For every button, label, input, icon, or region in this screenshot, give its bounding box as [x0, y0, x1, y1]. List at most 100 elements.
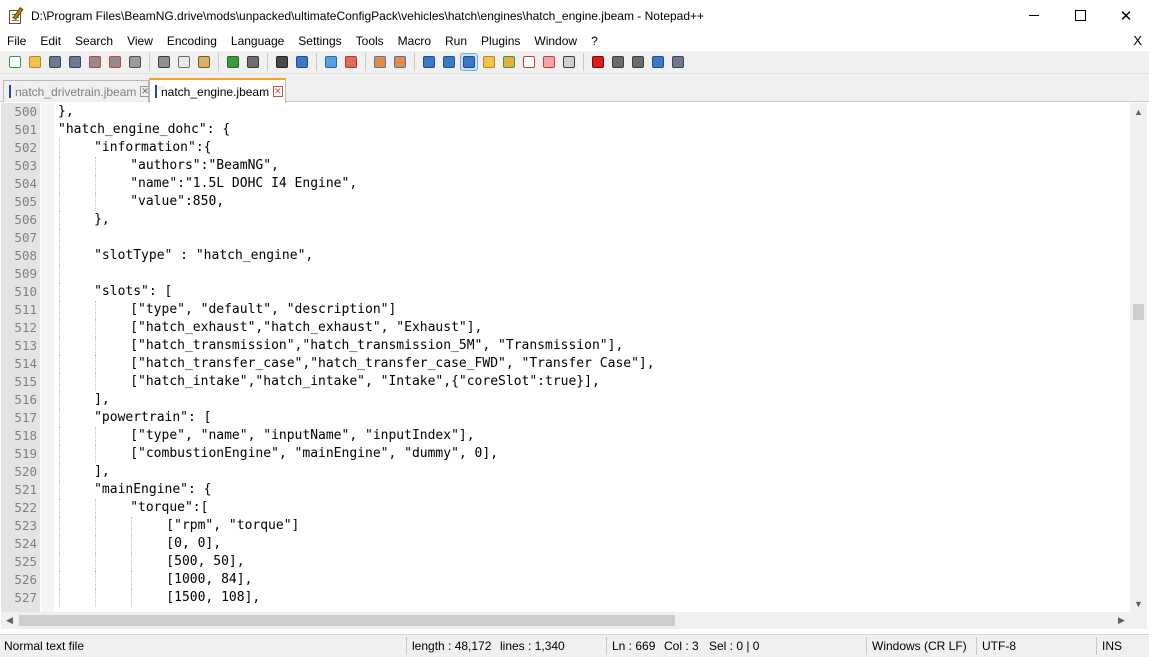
code-line[interactable]: 525 [500, 50],	[1, 553, 1130, 571]
indent-guide	[59, 211, 60, 229]
line-number: 517	[14, 410, 37, 425]
code-line[interactable]: 511 ["type", "default", "description"]	[1, 301, 1130, 319]
close-all-icon[interactable]	[107, 54, 123, 70]
code-line[interactable]: 526 [1000, 84],	[1, 571, 1130, 589]
scroll-right-icon[interactable]: ▶	[1113, 612, 1130, 629]
vertical-scrollbar[interactable]: ▲ ▼	[1130, 103, 1147, 612]
function-list-icon[interactable]	[521, 54, 537, 70]
close-file-icon[interactable]	[87, 54, 103, 70]
tab-hatch-drivetrain[interactable]: hatch_drivetrain.jbeam ✕	[3, 80, 150, 102]
maximize-button[interactable]	[1057, 0, 1103, 31]
zoom-out-icon[interactable]	[343, 54, 359, 70]
menu-search[interactable]: Search	[68, 31, 120, 51]
status-insert-mode[interactable]: INS	[1098, 635, 1122, 657]
folder-workspace-icon[interactable]	[541, 54, 557, 70]
code-line[interactable]: 522 "torque":[	[1, 499, 1130, 517]
code-line[interactable]: 502 "information":{	[1, 139, 1130, 157]
new-file-icon[interactable]	[7, 54, 23, 70]
redo-icon[interactable]	[245, 54, 261, 70]
code-line[interactable]: 516],	[1, 391, 1130, 409]
scroll-down-icon[interactable]: ▼	[1130, 595, 1147, 612]
stop-record-icon[interactable]	[610, 54, 626, 70]
line-number: 519	[14, 446, 37, 461]
status-sel: Sel : 0 | 0	[709, 639, 760, 653]
code-line[interactable]: 503 "authors":"BeamNG",	[1, 157, 1130, 175]
indent-guide	[59, 535, 60, 553]
close-document-button[interactable]: X	[1133, 31, 1142, 51]
code-line[interactable]: 501 "hatch_engine_dohc": {	[1, 121, 1130, 139]
doc-map-icon[interactable]	[501, 54, 517, 70]
tab-close-icon[interactable]: ✕	[273, 86, 283, 97]
code-line[interactable]: 527 [1500, 108],	[1, 589, 1130, 607]
horizontal-scrollbar[interactable]: ◀ ▶	[1, 612, 1130, 629]
menu-edit[interactable]: Edit	[33, 31, 68, 51]
indent-guide	[95, 589, 97, 607]
status-encoding[interactable]: UTF-8	[978, 635, 1016, 657]
scroll-up-icon[interactable]: ▲	[1130, 103, 1147, 120]
menu-settings[interactable]: Settings	[291, 31, 348, 51]
sync-horizontal-icon[interactable]	[392, 54, 408, 70]
code-line[interactable]: 500},	[1, 103, 1130, 121]
code-line[interactable]: 518 ["type", "name", "inputName", "inputI…	[1, 427, 1130, 445]
code-line[interactable]: 523 ["rpm", "torque"]	[1, 517, 1130, 535]
menu-encoding[interactable]: Encoding	[160, 31, 224, 51]
menu-tools[interactable]: Tools	[349, 31, 391, 51]
user-language-icon[interactable]	[481, 54, 497, 70]
code-line[interactable]: 507	[1, 229, 1130, 247]
cut-icon[interactable]	[156, 54, 172, 70]
code-line[interactable]: 508 "slotType" : "hatch_engine",	[1, 247, 1130, 265]
save-icon[interactable]	[47, 54, 63, 70]
find-icon[interactable]	[274, 54, 290, 70]
minimize-button[interactable]	[1011, 0, 1057, 31]
menu-file[interactable]: File	[0, 31, 33, 51]
monitoring-icon[interactable]	[561, 54, 577, 70]
line-number: 503	[14, 158, 37, 173]
code-line[interactable]: 510 "slots": [	[1, 283, 1130, 301]
code-line[interactable]: 521 "mainEngine": {	[1, 481, 1130, 499]
status-eol[interactable]: Windows (CR LF)	[868, 635, 967, 657]
code-line[interactable]: 519 ["combustionEngine", "mainEngine", "d…	[1, 445, 1130, 463]
code-line[interactable]: 517 "powertrain": [	[1, 409, 1130, 427]
tab-hatch-engine[interactable]: hatch_engine.jbeam ✕	[149, 78, 286, 103]
code-line[interactable]: 515 ["hatch_intake","hatch_intake", "Inta…	[1, 373, 1130, 391]
menu-run[interactable]: Run	[438, 31, 474, 51]
paste-icon[interactable]	[196, 54, 212, 70]
code-line[interactable]: 524 [0, 0],	[1, 535, 1130, 553]
code-line[interactable]: 512 ["hatch_exhaust","hatch_exhaust", "Ex…	[1, 319, 1130, 337]
scroll-left-icon[interactable]: ◀	[1, 612, 18, 629]
record-macro-icon[interactable]	[590, 54, 606, 70]
line-number: 527	[14, 590, 37, 605]
code-line[interactable]: 520],	[1, 463, 1130, 481]
show-all-chars-icon[interactable]	[441, 54, 457, 70]
horizontal-scroll-thumb[interactable]	[19, 615, 675, 626]
code-line[interactable]: 505 "value":850,	[1, 193, 1130, 211]
open-file-icon[interactable]	[27, 54, 43, 70]
menu-view[interactable]: View	[120, 31, 160, 51]
menu-macro[interactable]: Macro	[391, 31, 438, 51]
word-wrap-icon[interactable]	[421, 54, 437, 70]
menu-help[interactable]: ?	[584, 31, 605, 51]
code-line[interactable]: 504 "name":"1.5L DOHC I4 Engine",	[1, 175, 1130, 193]
run-macro-multiple-icon[interactable]	[650, 54, 666, 70]
save-all-icon[interactable]	[67, 54, 83, 70]
code-line[interactable]: 513 ["hatch_transmission","hatch_transmis…	[1, 337, 1130, 355]
code-line[interactable]: 514 ["hatch_transfer_case","hatch_transfe…	[1, 355, 1130, 373]
code-editor[interactable]: 500}, 501 "hatch_engine_dohc": {502 "inform…	[1, 103, 1130, 612]
vertical-scroll-thumb[interactable]	[1133, 303, 1144, 320]
menu-plugins[interactable]: Plugins	[474, 31, 527, 51]
code-line[interactable]: 509	[1, 265, 1130, 283]
close-window-button[interactable]: ✕	[1103, 0, 1149, 31]
menu-language[interactable]: Language	[224, 31, 291, 51]
indent-guide-icon[interactable]	[460, 53, 478, 71]
print-icon[interactable]	[127, 54, 143, 70]
undo-icon[interactable]	[225, 54, 241, 70]
copy-icon[interactable]	[176, 54, 192, 70]
sync-vertical-icon[interactable]	[372, 54, 388, 70]
playback-macro-icon[interactable]	[630, 54, 646, 70]
code-line[interactable]: 506},	[1, 211, 1130, 229]
menu-window[interactable]: Window	[527, 31, 584, 51]
indent-guide	[95, 301, 97, 319]
save-macro-icon[interactable]	[670, 54, 686, 70]
zoom-in-icon[interactable]	[323, 54, 339, 70]
replace-icon[interactable]	[294, 54, 310, 70]
